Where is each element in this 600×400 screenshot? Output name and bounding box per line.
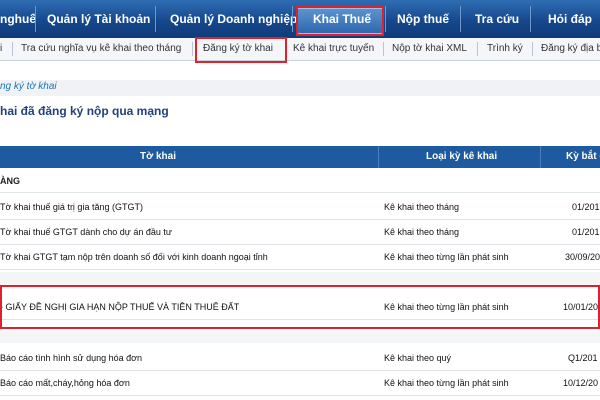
row-declaration-name: Báo cáo tình hình sử dụng hóa đơn <box>0 353 143 363</box>
row-period-type: Kê khai theo từng lần phát sinh <box>384 378 509 388</box>
nav-divider <box>35 6 36 32</box>
row-declaration-name: Báo cáo mất,cháy,hỏng hóa đơn <box>0 378 130 388</box>
subnav-item-lookup-monthly[interactable]: Tra cứu nghĩa vụ kê khai theo tháng <box>21 38 181 60</box>
group-spacer <box>0 272 600 286</box>
table-header: Tờ khai Loại kỳ kê khai Kỳ bắt đ <box>0 146 600 168</box>
subnav-divider <box>477 42 478 56</box>
row-declaration-name: Tờ khai thuế giá trị gia tăng (GTGT) <box>0 202 143 212</box>
row-start-period: 10/12/20 <box>563 378 599 388</box>
subnav-divider <box>383 42 384 56</box>
row-start-period: Q1/201 <box>568 353 598 363</box>
subnav-item-online-declaration[interactable]: Kê khai trực tuyến <box>293 38 374 60</box>
subnav-item-submit-xml[interactable]: Nộp tờ khai XML <box>392 38 467 60</box>
row-period-type: Kê khai theo tháng <box>384 202 460 212</box>
table-row[interactable]: Tờ khai thuế giá trị gia tăng (GTGT) Kê … <box>0 195 600 220</box>
row-start-period: 01/201 <box>572 202 600 212</box>
table-row[interactable]: Báo cáo tình hình sử dụng hóa đơn Kê kha… <box>0 346 600 371</box>
subnav-divider <box>192 42 193 56</box>
nav-divider <box>292 6 293 32</box>
nav-item-account[interactable]: Quản lý Tài khoản <box>47 0 150 38</box>
table-row[interactable]: Tờ khai GTGT tạm nộp trên doanh số đối v… <box>0 245 600 270</box>
column-header-period-type: Loại kỳ kê khai <box>426 151 498 162</box>
sub-nav-bar: i Tra cứu nghĩa vụ kê khai theo tháng Đă… <box>0 38 600 61</box>
nav-divider <box>385 6 386 32</box>
table-row[interactable]: Tờ khai thuế GTGT dành cho dự án đầu tư … <box>0 220 600 245</box>
nav-divider <box>460 6 461 32</box>
column-divider <box>540 146 541 168</box>
highlight-box-register-declaration <box>195 37 287 63</box>
row-start-period: 01/201 <box>572 227 600 237</box>
nav-item-tax-payment[interactable]: Nộp thuế <box>397 0 449 38</box>
nav-item-lookup[interactable]: Tra cứu <box>475 0 519 38</box>
column-header-declaration: Tờ khai <box>140 151 177 162</box>
page-title: hai đã đăng ký nộp qua mạng <box>0 104 169 118</box>
subnav-divider <box>532 42 533 56</box>
table-row[interactable]: Báo cáo mất,cháy,hỏng hóa đơn Kê khai th… <box>0 371 600 396</box>
table-group-header: ÀNG <box>0 170 600 193</box>
group-title: ÀNG <box>0 176 20 186</box>
row-period-type: Kê khai theo quý <box>384 353 452 363</box>
column-divider <box>378 146 379 168</box>
row-declaration-name: Tờ khai GTGT tạm nộp trên doanh số đối v… <box>0 252 268 262</box>
nav-item-business[interactable]: Quản lý Doanh nghiệp <box>170 0 297 38</box>
subnav-item-register-location[interactable]: Đăng ký địa b <box>541 38 600 60</box>
row-period-type: Kê khai theo từng lần phát sinh <box>384 252 509 262</box>
row-declaration-name: Tờ khai thuế GTGT dành cho dự án đầu tư <box>0 227 172 237</box>
subnav-item-sign[interactable]: Trình ký <box>487 38 523 60</box>
breadcrumb-link[interactable]: ng ký tờ khai <box>0 81 57 92</box>
nav-item-faq[interactable]: Hỏi đáp <box>548 0 592 38</box>
subnav-item-partial[interactable]: i <box>0 38 2 60</box>
nav-divider <box>530 6 531 32</box>
row-period-type: Kê khai theo tháng <box>384 227 460 237</box>
subnav-divider <box>12 42 13 56</box>
row-start-period: 30/09/20 <box>565 252 600 262</box>
highlight-box-extension-request <box>0 285 600 329</box>
nav-item-partial[interactable]: nghuế <box>0 0 36 38</box>
column-header-start-period: Kỳ bắt đ <box>566 151 600 162</box>
breadcrumb: ng ký tờ khai <box>0 80 600 96</box>
highlight-box-tax-declaration <box>296 6 384 36</box>
group-spacer <box>0 331 600 343</box>
nav-divider <box>155 6 156 32</box>
